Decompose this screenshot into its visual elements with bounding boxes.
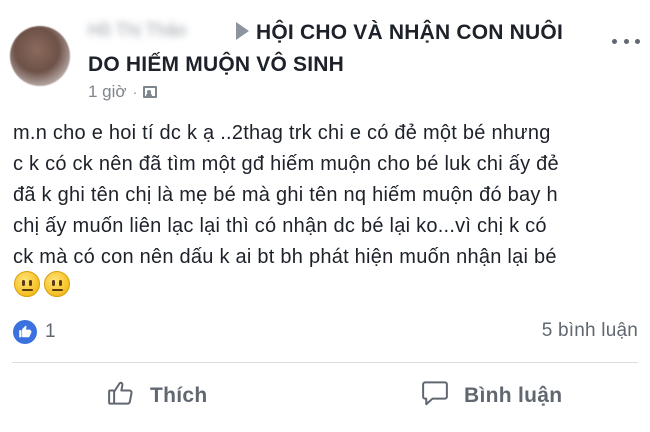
dot-icon <box>623 38 629 44</box>
group-audience-icon <box>143 86 158 98</box>
action-divider <box>12 362 638 363</box>
dot-icon <box>612 38 617 44</box>
reaction-count: 1 <box>45 321 56 342</box>
post-text-line: chị ấy muốn liên lạc lại thì có nhận dc … <box>13 215 547 237</box>
post-options-icon[interactable] <box>612 36 640 46</box>
like-label: Thích <box>150 383 208 407</box>
thumbs-up-icon <box>106 378 136 413</box>
post-text-line: đã k ghi tên chị là mẹ bé mà ghi tên nq … <box>13 184 558 206</box>
neutral-face-icon <box>44 271 70 297</box>
comment-count[interactable]: 5 bình luận <box>542 320 638 342</box>
author-avatar[interactable] <box>10 26 70 86</box>
dot-icon <box>635 38 640 44</box>
meta-separator: · <box>132 84 138 100</box>
comment-label: Bình luận <box>464 383 563 407</box>
post-emojis <box>14 271 70 297</box>
post-body: m.n cho e hoi tí dc k ạ ..2thag trk chi … <box>13 118 643 273</box>
like-button[interactable]: Thích <box>106 378 208 413</box>
post-text-line: ck mà có con nên dấu k ai bt bh phát hiệ… <box>13 246 557 268</box>
comment-bubble-icon <box>420 378 450 413</box>
author-name[interactable]: Hồ Thị Thảo <box>88 20 186 41</box>
group-title-line1[interactable]: HỘI CHO VÀ NHẬN CON NUÔI <box>256 18 563 47</box>
comment-button[interactable]: Bình luận <box>420 378 562 413</box>
post-text-line: m.n cho e hoi tí dc k ạ ..2thag trk chi … <box>13 122 551 144</box>
facebook-post: Hồ Thị Thảo HỘI CHO VÀ NHẬN CON NUÔI DO … <box>0 0 650 432</box>
neutral-face-icon <box>14 271 40 297</box>
like-reaction-icon <box>13 320 37 344</box>
group-title-line2[interactable]: DO HIẾM MUỘN VÔ SINH <box>88 50 344 79</box>
reaction-summary[interactable]: 1 <box>13 320 56 344</box>
shared-to-arrow-icon <box>236 22 249 40</box>
post-meta: 1 giờ · <box>88 82 158 102</box>
post-timestamp[interactable]: 1 giờ <box>88 82 127 102</box>
post-text-line: c k có ck nên đã tìm một gđ hiếm muộn ch… <box>13 153 559 175</box>
